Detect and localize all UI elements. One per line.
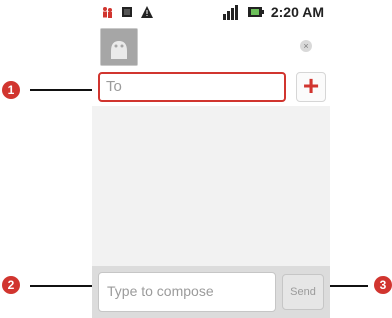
sim-icon bbox=[120, 5, 134, 19]
clock-time: 2:20 AM bbox=[270, 4, 324, 20]
signal-icon bbox=[222, 4, 241, 20]
plus-icon: + bbox=[302, 70, 320, 101]
status-left-icons bbox=[100, 5, 154, 19]
close-icon[interactable]: × bbox=[300, 40, 312, 52]
alert-icon bbox=[140, 5, 154, 19]
recipient-row: To + bbox=[92, 68, 330, 106]
send-button[interactable]: Send bbox=[282, 274, 324, 310]
conversation-header: × bbox=[92, 26, 330, 68]
callout-3: 3 bbox=[374, 276, 392, 294]
callout-1: 1 bbox=[2, 81, 20, 99]
phone-screen: 2:20 AM × To + Type to compose Send bbox=[92, 0, 330, 318]
compose-input[interactable]: Type to compose bbox=[98, 272, 276, 312]
status-right-icons: 2:20 AM bbox=[222, 4, 324, 20]
callout-2-line bbox=[30, 285, 100, 287]
message-area bbox=[92, 106, 330, 266]
android-avatar-icon[interactable] bbox=[100, 28, 138, 66]
compose-bar: Type to compose Send bbox=[92, 266, 330, 318]
recipient-input[interactable]: To bbox=[98, 72, 286, 102]
status-bar: 2:20 AM bbox=[92, 0, 330, 26]
callout-1-line bbox=[30, 89, 100, 91]
add-recipient-button[interactable]: + bbox=[296, 72, 326, 102]
callout-2: 2 bbox=[2, 276, 20, 294]
people-icon bbox=[100, 5, 114, 19]
battery-icon bbox=[247, 5, 265, 19]
